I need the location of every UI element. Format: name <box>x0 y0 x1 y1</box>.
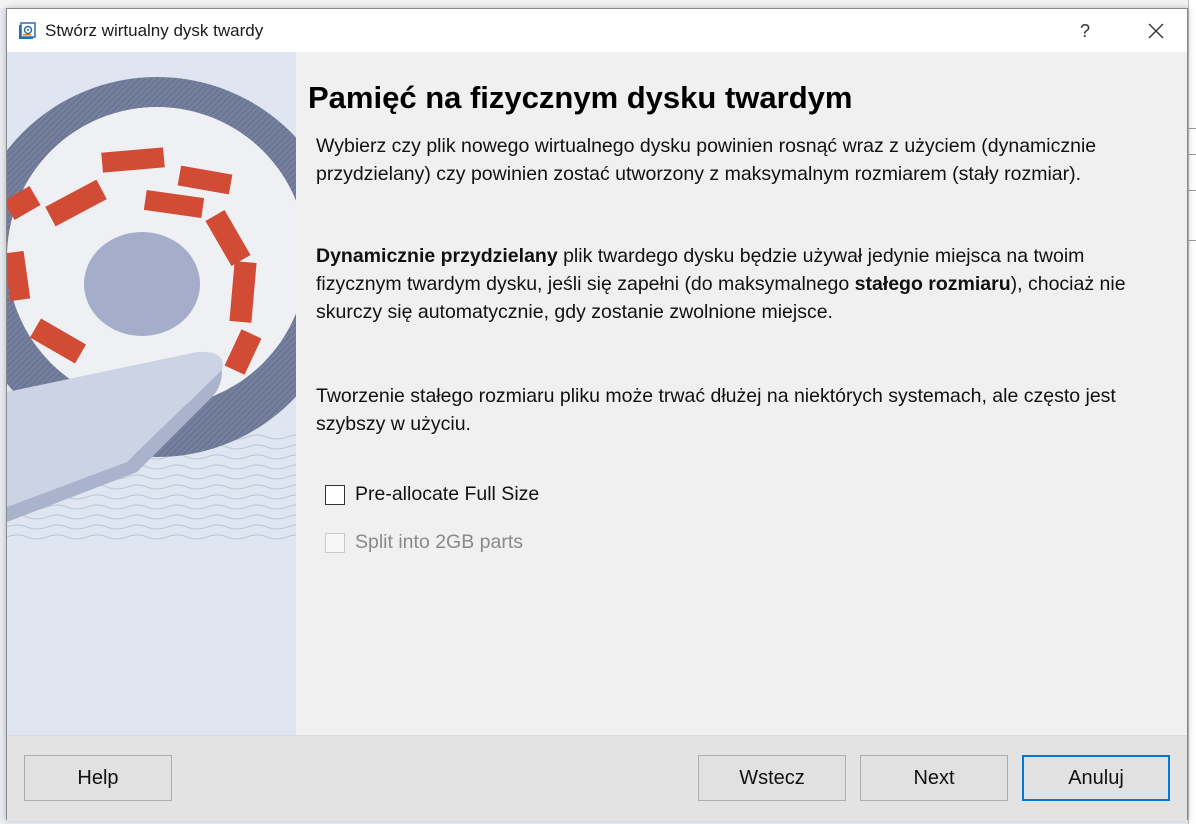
description-paragraph-3: Tworzenie stałego rozmiaru pliku może tr… <box>316 385 1116 435</box>
close-icon <box>1148 23 1164 39</box>
virtualbox-disk-icon <box>17 21 37 41</box>
split-2gb-checkbox: Split into 2GB parts <box>325 531 523 554</box>
background-window-edge <box>1188 0 1196 824</box>
button-bar: Help Wstecz Next Anuluj <box>7 735 1187 821</box>
dialog-titlebar: Stwórz wirtualny dysk twardy ? <box>7 9 1187 52</box>
preallocate-label: Pre-allocate Full Size <box>355 483 540 505</box>
description-paragraph-1: Wybierz czy plik nowego wirtualnego dysk… <box>316 135 1097 185</box>
dynamic-term: Dynamicznie przydzielany <box>316 245 558 267</box>
close-button[interactable] <box>1133 13 1179 49</box>
page-title: Pamięć na fizycznym dysku twardym <box>308 80 853 115</box>
description-paragraph-2: Dynamicznie przydzielany plik twardego d… <box>316 242 1136 326</box>
content-panel: Pamięć na fizycznym dysku twardym Wybier… <box>296 52 1187 735</box>
help-button[interactable]: Help <box>24 755 172 801</box>
create-virtual-disk-dialog: Stwórz wirtualny dysk twardy ? Pamięć na… <box>6 8 1188 821</box>
checkbox-box[interactable] <box>325 484 345 505</box>
checkbox-box-disabled <box>325 532 345 553</box>
dialog-title: Stwórz wirtualny dysk twardy <box>45 21 264 40</box>
next-button[interactable]: Next <box>860 755 1008 801</box>
help-title-button[interactable]: ? <box>1067 15 1103 47</box>
hard-disk-illustration <box>7 52 296 735</box>
split-label: Split into 2GB parts <box>355 531 523 553</box>
background-window-titlebar <box>0 0 1196 8</box>
fixed-size-term: stałego rozmiaru <box>854 273 1011 295</box>
cancel-button[interactable]: Anuluj <box>1022 755 1170 801</box>
back-button[interactable]: Wstecz <box>698 755 846 801</box>
preallocate-checkbox[interactable]: Pre-allocate Full Size <box>325 483 539 506</box>
